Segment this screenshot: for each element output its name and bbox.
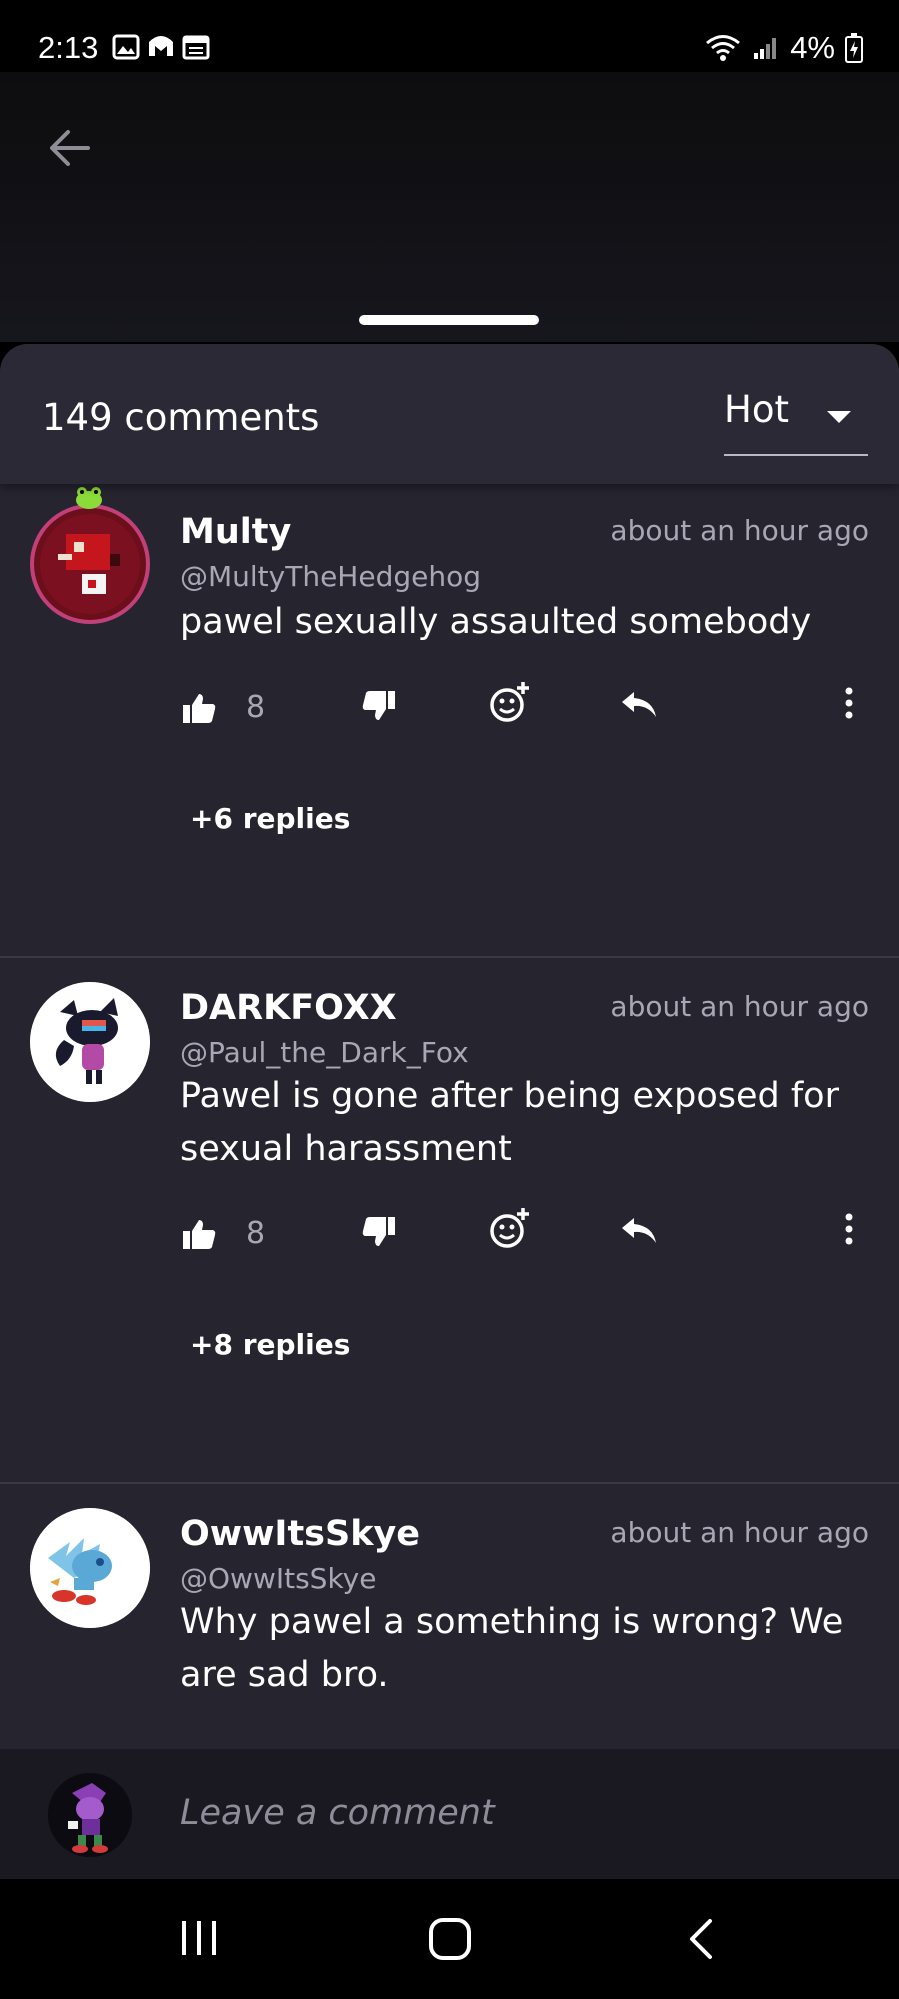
battery-charging-icon (845, 33, 863, 63)
back-arrow-icon[interactable] (44, 122, 96, 174)
battery-percent: 4% (790, 30, 835, 65)
comment-item: DARKFOXX @Paul_the_Dark_Fox about an hou… (0, 958, 899, 1482)
comment-time: about an hour ago (610, 514, 869, 547)
thumbs-down-icon[interactable] (362, 1216, 396, 1248)
comment-time: about an hour ago (610, 990, 869, 1023)
wifi-icon (706, 35, 741, 61)
top-app-bar (0, 72, 899, 342)
comment-composer: Leave a comment (0, 1749, 899, 1879)
commenter-handle[interactable]: @Paul_the_Dark_Fox (180, 1036, 469, 1069)
malwarebytes-icon (149, 36, 173, 56)
like-count: 8 (246, 690, 266, 725)
back-nav-icon[interactable] (686, 1917, 716, 1961)
reply-icon[interactable] (620, 690, 658, 718)
status-bar: 2:13 4% (0, 0, 899, 72)
view-replies-link[interactable]: +6 replies (190, 802, 350, 835)
recent-apps-icon[interactable] (178, 1917, 220, 1959)
commenter-handle[interactable]: @OwwItsSkye (180, 1562, 376, 1595)
comment-time: about an hour ago (610, 1516, 869, 1549)
avatar[interactable] (30, 982, 150, 1102)
sort-dropdown[interactable]: Hot (724, 388, 868, 456)
avatar-image (34, 508, 146, 620)
calendar-icon (182, 35, 210, 60)
commenter-name[interactable]: OwwItsSkye (180, 1514, 420, 1554)
avatar-image (48, 1773, 132, 1857)
like-group: 8 (182, 1216, 265, 1251)
signal-icon (754, 38, 777, 59)
comment-actions: 8 (180, 682, 870, 750)
thumbs-up-icon[interactable] (182, 1218, 216, 1250)
system-nav-bar (0, 1879, 899, 1999)
add-reaction-icon[interactable] (488, 1206, 532, 1250)
home-icon[interactable] (428, 1917, 472, 1961)
comment-input[interactable]: Leave a comment (180, 1793, 495, 1833)
status-left-icons (112, 34, 210, 60)
like-group: 8 (182, 690, 265, 725)
avatar[interactable] (30, 1508, 150, 1628)
thumbs-up-icon[interactable] (182, 692, 216, 724)
more-options-icon[interactable] (844, 686, 854, 720)
comment-text: pawel sexually assaulted somebody (180, 602, 812, 642)
comment-text: Pawel is gone after being exposed for se… (180, 1076, 839, 1169)
commenter-handle[interactable]: @MultyTheHedgehog (180, 560, 481, 593)
avatar-image (30, 1508, 150, 1628)
avatar-image (30, 982, 150, 1102)
like-count: 8 (246, 1216, 266, 1251)
comment-count: 149 comments (42, 396, 320, 439)
sort-selected: Hot (724, 388, 789, 431)
frog-badge-icon (76, 487, 102, 509)
commenter-name[interactable]: DARKFOXX (180, 988, 397, 1028)
dropdown-caret-icon (827, 411, 851, 423)
avatar[interactable] (30, 504, 150, 624)
status-time: 2:13 (38, 30, 99, 65)
status-right: 4% (704, 30, 863, 66)
reply-icon[interactable] (620, 1216, 658, 1244)
comment-actions: 8 (180, 1208, 870, 1276)
comment-item: Multy @MultyTheHedgehog about an hour ag… (0, 484, 899, 956)
gallery-icon (112, 34, 140, 60)
commenter-name[interactable]: Multy (180, 512, 291, 552)
current-user-avatar (48, 1773, 132, 1857)
more-options-icon[interactable] (844, 1212, 854, 1246)
comment-item: OwwItsSkye @OwwItsSkye about an hour ago… (0, 1484, 899, 1749)
comments-header: 149 comments Hot (0, 344, 899, 484)
comment-text: Why pawel a something is wrong? We are s… (180, 1602, 844, 1695)
view-replies-link[interactable]: +8 replies (190, 1328, 350, 1361)
comments-sheet: 149 comments Hot Multy @MultyTheHedgehog… (0, 344, 899, 1749)
add-reaction-icon[interactable] (488, 680, 532, 724)
thumbs-down-icon[interactable] (362, 690, 396, 722)
sheet-drag-handle[interactable] (359, 315, 539, 325)
